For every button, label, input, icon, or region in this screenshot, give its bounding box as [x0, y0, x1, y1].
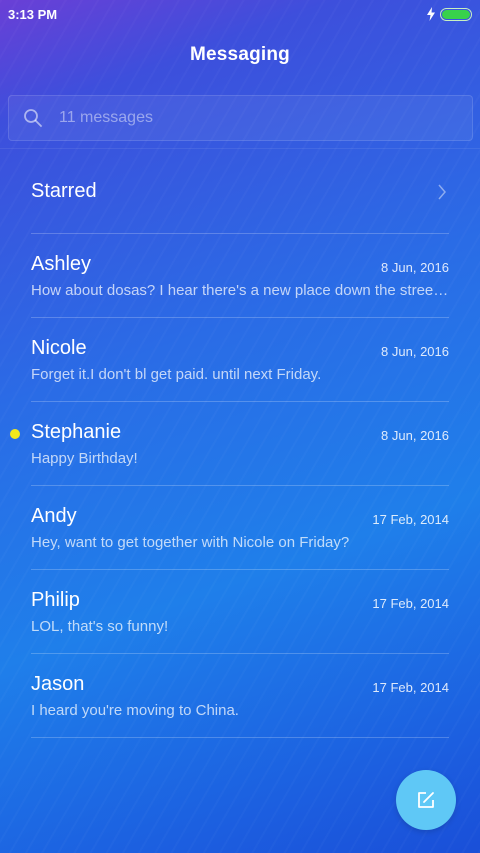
compose-button[interactable] — [396, 770, 456, 830]
battery-icon — [440, 7, 472, 21]
search-bar[interactable] — [8, 95, 473, 141]
contact-name: Jason — [31, 673, 85, 695]
conversation-item-ashley[interactable]: Ashley 8 Jun, 2016 How about dosas? I he… — [31, 234, 449, 318]
message-date: 8 Jun, 2016 — [381, 344, 449, 359]
message-preview: Hey, want to get together with Nicole on… — [31, 534, 350, 551]
status-bar: 3:13 PM — [0, 0, 480, 28]
message-preview: How about dosas? I hear there's a new pl… — [31, 282, 449, 299]
compose-icon — [418, 792, 434, 808]
conversation-item-nicole[interactable]: Nicole 8 Jun, 2016 Forget it.I don't bl … — [31, 318, 449, 402]
message-date: 8 Jun, 2016 — [381, 260, 449, 275]
page-title: Messaging — [190, 44, 290, 65]
search-input[interactable] — [59, 109, 439, 127]
conversation-item-stephanie[interactable]: Stephanie 8 Jun, 2016 Happy Birthday! — [10, 402, 449, 486]
contact-name: Philip — [31, 589, 80, 611]
message-date: 8 Jun, 2016 — [381, 428, 449, 443]
starred-row[interactable]: Starred — [31, 150, 449, 234]
message-preview: Forget it.I don't bl get paid. until nex… — [31, 366, 322, 383]
status-time: 3:13 PM — [8, 6, 58, 22]
contact-name: Ashley — [31, 253, 92, 275]
message-date: 17 Feb, 2014 — [372, 680, 449, 695]
conversation-item-philip[interactable]: Philip 17 Feb, 2014 LOL, that's so funny… — [31, 570, 449, 654]
bolt-icon — [427, 7, 435, 21]
unread-indicator — [10, 429, 20, 439]
message-date: 17 Feb, 2014 — [372, 596, 449, 611]
message-preview: Happy Birthday! — [31, 450, 138, 467]
contact-name: Stephanie — [31, 421, 122, 443]
battery-level — [442, 9, 470, 19]
conversation-item-andy[interactable]: Andy 17 Feb, 2014 Hey, want to get toget… — [31, 486, 449, 570]
starred-label: Starred — [31, 180, 97, 202]
contact-name: Andy — [31, 505, 77, 527]
search-icon — [24, 109, 42, 127]
chevron-right-icon — [438, 184, 446, 199]
status-indicators — [426, 7, 472, 21]
contact-name: Nicole — [31, 337, 87, 359]
message-preview: I heard you're moving to China. — [31, 702, 239, 719]
message-date: 17 Feb, 2014 — [372, 512, 449, 527]
conversation-item-jason[interactable]: Jason 17 Feb, 2014 I heard you're moving… — [31, 654, 449, 738]
conversation-list: Ashley 8 Jun, 2016 How about dosas? I he… — [0, 234, 480, 738]
header-divider — [0, 148, 480, 149]
message-preview: LOL, that's so funny! — [31, 618, 169, 635]
